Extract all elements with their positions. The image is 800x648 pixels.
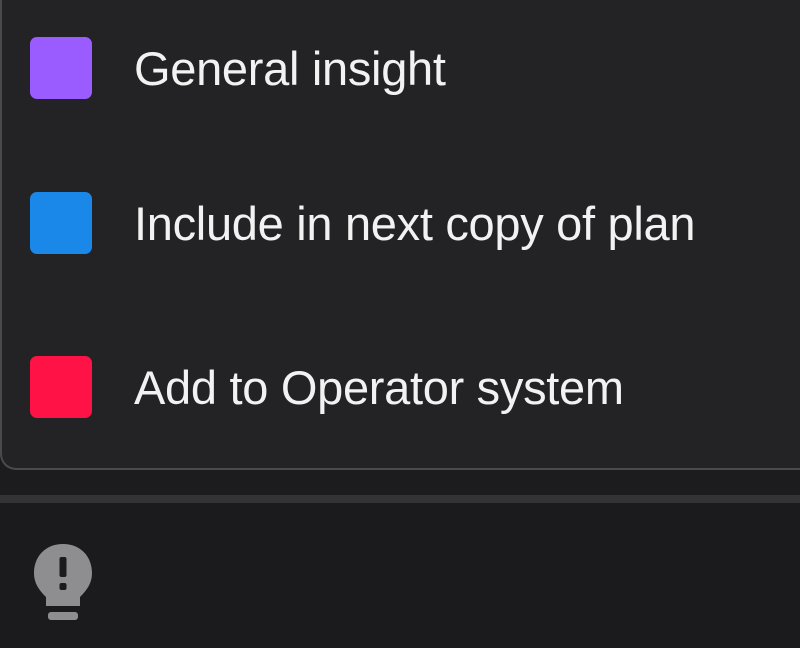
bottom-toolbar <box>0 503 800 648</box>
menu-item-label: Add to Operator system <box>134 360 624 414</box>
red-swatch-icon <box>30 356 92 418</box>
lightbulb-alert-icon[interactable] <box>30 540 96 628</box>
menu-item-add-to-operator[interactable]: Add to Operator system <box>2 327 800 447</box>
blue-swatch-icon <box>30 192 92 254</box>
menu-item-label: Include in next copy of plan <box>134 196 696 250</box>
menu-item-include-in-plan[interactable]: Include in next copy of plan <box>2 163 800 283</box>
menu-item-label: General insight <box>134 41 446 95</box>
menu-item-general-insight[interactable]: General insight <box>2 8 800 128</box>
category-menu: General insight Include in next copy of … <box>0 0 800 470</box>
app-root: General insight Include in next copy of … <box>0 0 800 648</box>
divider <box>0 495 800 503</box>
purple-swatch-icon <box>30 37 92 99</box>
